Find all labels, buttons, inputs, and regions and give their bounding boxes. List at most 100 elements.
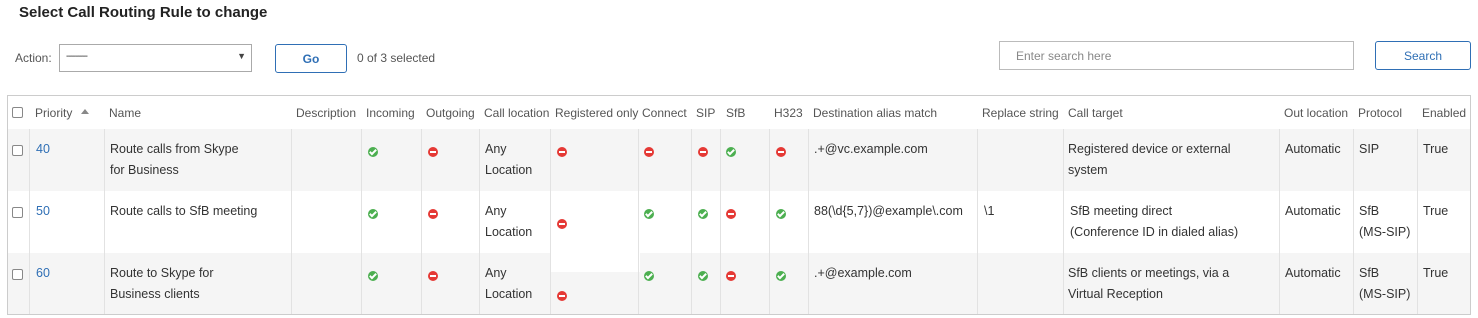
col-call-target[interactable]: Call target (1068, 106, 1123, 120)
col-description[interactable]: Description (296, 106, 356, 120)
column-divider (479, 129, 480, 314)
out-location: Automatic (1285, 266, 1341, 280)
action-select-value: --------- (66, 51, 88, 62)
col-outgoing[interactable]: Outgoing (426, 106, 475, 120)
destination-alias-match: .+@example.com (814, 266, 912, 280)
priority-link[interactable]: 50 (36, 201, 50, 222)
search-button[interactable]: Search (1375, 41, 1471, 70)
registered-only-no-icon (557, 219, 567, 229)
sort-ascending-icon (81, 109, 90, 115)
sfb-no-icon (726, 209, 736, 219)
rule-name: Route calls to SfB meeting (110, 204, 258, 218)
call-location: Any Location (485, 204, 533, 239)
rule-name: Route calls from Skype for Business (110, 142, 239, 177)
col-name[interactable]: Name (109, 106, 141, 120)
outgoing-no-icon (428, 209, 438, 219)
connect-yes-icon (644, 209, 654, 219)
table-header: Priority Name Description Incoming Outgo… (8, 96, 1470, 130)
enabled: True (1423, 204, 1449, 218)
col-connect[interactable]: Connect (642, 106, 687, 120)
column-divider (1353, 129, 1354, 314)
column-divider (291, 129, 292, 314)
col-replace-string[interactable]: Replace string (982, 106, 1059, 120)
col-enabled[interactable]: Enabled (1422, 106, 1466, 120)
column-divider (361, 129, 362, 314)
column-divider (104, 129, 105, 314)
search-input[interactable] (999, 41, 1354, 70)
replace-string: \1 (984, 204, 995, 218)
call-location: Any Location (485, 266, 533, 301)
table-row: 40 Route calls from Skype for Business An… (8, 129, 1470, 191)
call-target: SfB clients or meetings, via a Virtual Re… (1068, 266, 1230, 301)
table-row: 60 Route to Skype for Business clients An… (8, 253, 1470, 314)
incoming-yes-icon (368, 209, 378, 219)
column-divider (29, 129, 30, 314)
h323-yes-icon (776, 209, 786, 219)
protocol: SfB (MS-SIP) (1359, 204, 1411, 239)
registered-only-no-icon (557, 291, 567, 301)
go-button[interactable]: Go (275, 44, 347, 73)
col-destination-alias-match[interactable]: Destination alias match (813, 106, 937, 120)
col-h323[interactable]: H323 (774, 106, 803, 120)
outgoing-no-icon (428, 147, 438, 157)
routing-rules-table: Priority Name Description Incoming Outgo… (7, 95, 1471, 315)
incoming-yes-icon (368, 271, 378, 281)
col-sfb[interactable]: SfB (726, 106, 745, 120)
action-select[interactable]: --------- ▼ (59, 44, 252, 72)
out-location: Automatic (1285, 204, 1341, 218)
outgoing-no-icon (428, 271, 438, 281)
action-label: Action: (15, 51, 52, 65)
destination-alias-match: 88(\d{5,7})@example\.com (814, 204, 963, 218)
incoming-yes-icon (368, 147, 378, 157)
protocol: SIP (1359, 142, 1380, 156)
page-title: Select Call Routing Rule to change (19, 4, 268, 21)
col-out-location[interactable]: Out location (1284, 106, 1348, 120)
call-target: Registered device or external system (1068, 142, 1231, 177)
sip-yes-icon (698, 209, 708, 219)
column-divider (977, 129, 978, 314)
connect-yes-icon (644, 271, 654, 281)
call-location: Any Location (485, 142, 533, 177)
column-divider (1063, 129, 1064, 314)
select-all-checkbox[interactable] (12, 107, 23, 118)
table-row: 50 Route calls to SfB meeting Any Locatio… (8, 191, 1470, 253)
sip-no-icon (698, 147, 708, 157)
col-priority[interactable]: Priority (35, 106, 90, 120)
column-divider (769, 129, 770, 314)
selected-count: 0 of 3 selected (357, 51, 436, 65)
h323-yes-icon (776, 271, 786, 281)
h323-no-icon (776, 147, 786, 157)
connect-no-icon (644, 147, 654, 157)
col-incoming[interactable]: Incoming (366, 106, 415, 120)
protocol: SfB (MS-SIP) (1359, 266, 1411, 301)
column-divider (720, 129, 721, 314)
row-checkbox[interactable] (12, 269, 23, 280)
column-divider (550, 129, 551, 314)
column-divider (1279, 129, 1280, 314)
col-sip[interactable]: SIP (696, 106, 715, 120)
row-checkbox[interactable] (12, 207, 23, 218)
priority-link[interactable]: 40 (36, 139, 50, 160)
row-checkbox[interactable] (12, 145, 23, 156)
column-divider (1417, 129, 1418, 314)
col-registered-only[interactable]: Registered only (555, 106, 638, 120)
column-divider (638, 129, 639, 314)
column-divider (691, 129, 692, 314)
enabled: True (1423, 142, 1449, 156)
column-divider (808, 129, 809, 314)
col-protocol[interactable]: Protocol (1358, 106, 1402, 120)
sfb-yes-icon (726, 147, 736, 157)
col-call-location[interactable]: Call location (484, 106, 549, 120)
registered-only-no-icon (557, 147, 567, 157)
call-target: SfB meeting direct (Conference ID in dial… (1070, 204, 1239, 239)
enabled: True (1423, 266, 1449, 280)
sfb-no-icon (726, 271, 736, 281)
rule-name: Route to Skype for Business clients (110, 266, 214, 301)
sip-yes-icon (698, 271, 708, 281)
priority-link[interactable]: 60 (36, 263, 50, 284)
destination-alias-match: .+@vc.example.com (814, 142, 928, 156)
chevron-down-icon: ▼ (237, 51, 246, 61)
column-divider (421, 129, 422, 314)
out-location: Automatic (1285, 142, 1341, 156)
cell-highlight (551, 253, 640, 272)
